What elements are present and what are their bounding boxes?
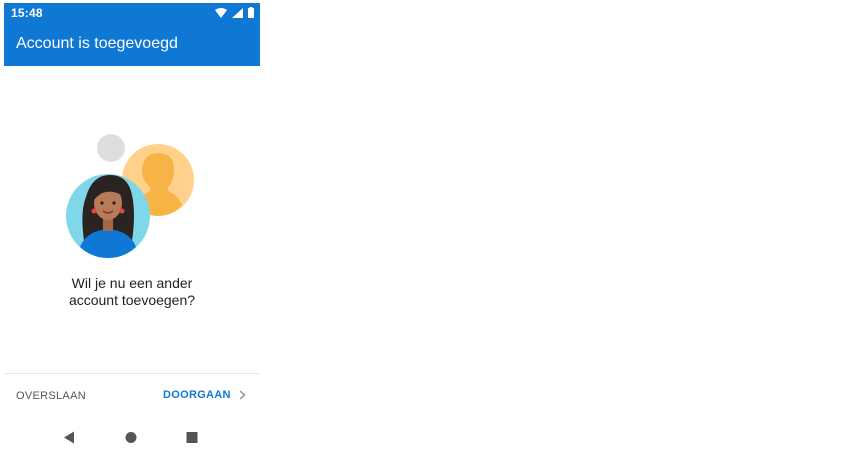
battery-icon [248, 7, 254, 18]
footer-divider [4, 373, 260, 374]
question-line-2: account toevoegen? [68, 292, 196, 308]
phone-screen: 15:48 Account is toegevoegd Wil je nu ee… [4, 3, 260, 459]
home-icon[interactable] [125, 431, 137, 444]
page-title: Account is toegevoegd [16, 35, 178, 52]
status-time: 15:48 [11, 6, 43, 20]
continue-label: DOORGAAN [163, 389, 231, 401]
woman-avatar-icon [66, 174, 150, 258]
app-bar: 15:48 Account is toegevoegd [4, 3, 260, 66]
wifi-icon [215, 7, 227, 18]
back-icon[interactable] [63, 431, 75, 444]
status-icons [215, 7, 254, 18]
signal-icon [232, 7, 243, 18]
skip-button[interactable]: OVERSLAAN [16, 390, 86, 402]
chevron-right-icon [239, 390, 246, 400]
system-nav-bar [4, 427, 260, 449]
continue-button[interactable]: DOORGAAN [163, 389, 246, 401]
accounts-illustration [66, 131, 198, 266]
placeholder-avatar-icon [97, 134, 125, 162]
recents-icon[interactable] [186, 431, 198, 444]
question-line-1: Wil je nu een ander [71, 275, 193, 291]
add-account-question: Wil je nu een ander account toevoegen? [4, 275, 260, 309]
